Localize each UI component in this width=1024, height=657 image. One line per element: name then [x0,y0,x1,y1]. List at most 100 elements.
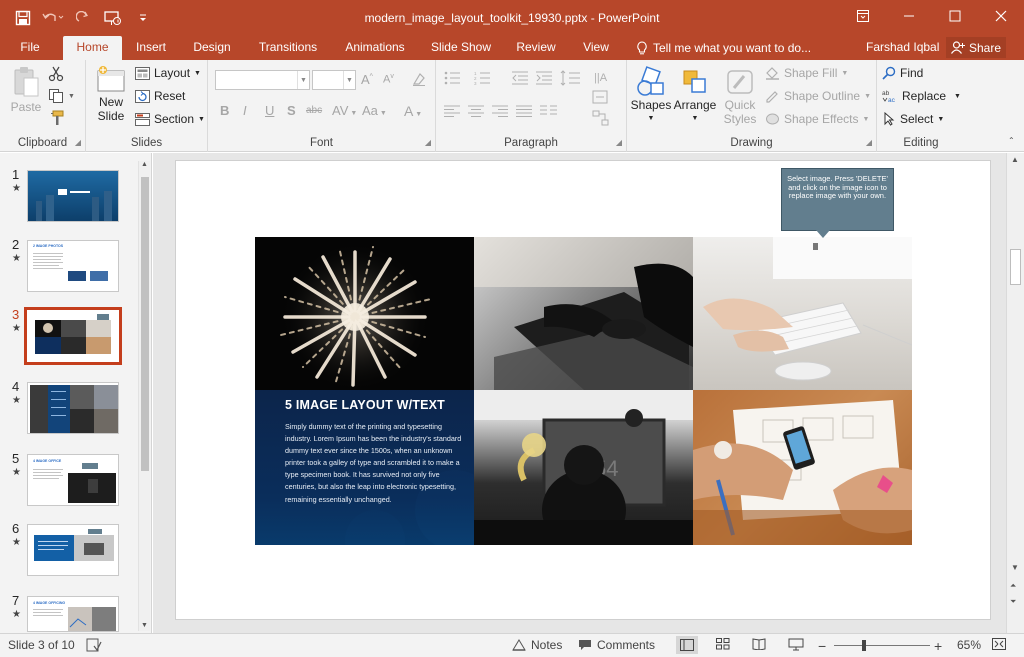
align-right-icon[interactable] [492,105,508,117]
slide-show-button[interactable] [788,638,804,651]
layout-button[interactable]: Layout ▼ [135,66,201,80]
fireworks-image[interactable] [255,237,474,390]
columns-icon[interactable] [540,104,558,118]
normal-view-button[interactable] [676,636,698,654]
new-slide-button[interactable]: New Slide [91,65,131,123]
tell-me-box[interactable]: Tell me what you want to do... [636,36,811,60]
customize-qat-icon[interactable] [128,7,158,29]
zoom-slider[interactable] [834,640,930,651]
underline-button[interactable]: U [265,103,274,118]
spelling-check-icon[interactable] [86,638,102,652]
find-button[interactable]: Find [882,66,923,80]
character-spacing-button[interactable]: AV ▼ [332,103,357,118]
font-color-button[interactable]: A ▼ [404,103,422,119]
phone-sketch-image[interactable] [693,390,912,545]
copy-button[interactable]: ▼ [48,88,75,104]
notes-button[interactable]: Notes [512,638,562,652]
decrease-font-size-icon[interactable]: Av [383,73,394,86]
zoom-out-button[interactable]: − [818,638,826,654]
previous-slide-icon[interactable]: ⏶ [1010,581,1016,591]
thumbnail-scrollbar[interactable]: ▲ ▼ [138,161,150,631]
close-icon[interactable] [978,0,1024,32]
fit-slide-button[interactable] [992,638,1006,650]
scroll-down-icon[interactable]: ▼ [141,622,148,629]
arrange-button[interactable]: Arrange ▼ [673,66,717,126]
zoom-slider-thumb[interactable] [862,640,866,651]
comments-button[interactable]: Comments [578,638,655,652]
decrease-indent-icon[interactable] [512,71,528,85]
slide-sorter-button[interactable] [716,638,730,650]
shapes-button[interactable]: Shapes ▼ [631,66,671,126]
smartart-icon[interactable] [592,110,610,126]
tab-insert[interactable]: Insert [128,36,174,60]
tab-view[interactable]: View [576,36,616,60]
tab-review[interactable]: Review [511,36,561,60]
font-size-box[interactable]: ▼ [312,70,356,90]
scroll-down-icon[interactable]: ▼ [1011,563,1019,572]
increase-indent-icon[interactable] [536,71,552,85]
desk-keyboard-image[interactable] [693,237,912,390]
drawing-launcher-icon[interactable]: ◢ [866,138,872,147]
zoom-level[interactable]: 65% [957,638,981,652]
instruction-callout[interactable]: Select image. Press 'DELETE' and click o… [781,168,894,238]
reset-button[interactable]: Reset [135,89,185,103]
replace-button[interactable]: ab ac Replace ▼ [882,89,961,103]
slide-thumbnail-3[interactable] [24,307,122,365]
share-button[interactable]: Share [946,37,1006,58]
bullets-icon[interactable] [444,71,464,85]
collapse-ribbon-icon[interactable]: ⌃ [1008,136,1015,145]
restore-icon[interactable] [932,0,978,32]
slide-thumbnail-2[interactable]: 2 IMAGE PHOTOS [27,240,119,292]
paragraph-launcher-icon[interactable]: ◢ [616,138,622,147]
cut-button[interactable] [48,66,64,82]
redo-icon[interactable] [68,7,98,29]
scroll-thumb[interactable] [141,177,149,471]
slide-body-text[interactable]: Simply dummy text of the printing and ty… [285,421,464,506]
scroll-up-icon[interactable]: ▲ [1011,155,1019,164]
align-center-icon[interactable] [468,105,484,117]
change-case-button[interactable]: Aa ▼ [362,103,387,118]
text-panel[interactable]: 5 IMAGE LAYOUT W/TEXT Simply dummy text … [255,390,474,545]
clear-formatting-icon[interactable] [411,71,427,90]
tab-file[interactable]: File [10,36,50,60]
slide-thumbnail-6[interactable] [27,524,119,576]
scroll-up-icon[interactable]: ▲ [141,161,148,168]
slide-title[interactable]: 5 IMAGE LAYOUT W/TEXT [285,398,464,412]
tab-design[interactable]: Design [186,36,238,60]
section-button[interactable]: Section ▼ [135,112,205,126]
monitor-lamp-image[interactable]: 54 [474,390,693,545]
font-launcher-icon[interactable]: ◢ [425,138,431,147]
shape-outline-button[interactable]: Shape Outline ▼ [765,89,871,103]
italic-button[interactable]: I [243,103,247,118]
undo-icon[interactable] [38,7,68,29]
reading-view-button[interactable] [752,638,766,650]
font-name-box[interactable]: ▼ [215,70,310,90]
slide-thumbnail-4[interactable] [27,382,119,434]
minimize-icon[interactable] [886,0,932,32]
text-direction-icon[interactable]: ||A [592,68,610,86]
slide-scrollbar[interactable]: ▲ ▼ ⏶ ⏷ [1006,153,1024,633]
slide-thumbnail-5[interactable]: 4 IMAGE OFFICE [27,454,119,506]
laptop-typing-image[interactable] [474,237,693,390]
strikethrough-button[interactable]: abc [306,105,322,116]
clipboard-launcher-icon[interactable]: ◢ [75,138,81,147]
slide-thumbnail-7[interactable]: 4 IMAGE OFFICING [27,596,119,632]
justify-icon[interactable] [516,105,532,117]
line-spacing-icon[interactable] [560,70,582,86]
quick-styles-button[interactable]: Quick Styles [719,66,761,126]
shadow-button[interactable]: S [287,103,296,118]
tab-home[interactable]: Home [63,36,122,60]
align-text-icon[interactable] [592,90,610,104]
present-from-start-icon[interactable] [98,7,128,29]
increase-font-size-icon[interactable]: A^ [361,72,373,87]
bold-button[interactable]: B [220,103,229,118]
next-slide-icon[interactable]: ⏷ [1010,597,1016,607]
shape-effects-button[interactable]: Shape Effects ▼ [765,112,869,126]
format-painter-button[interactable] [48,110,64,126]
tab-slide-show[interactable]: Slide Show [426,36,496,60]
tab-animations[interactable]: Animations [338,36,412,60]
scroll-thumb[interactable] [1010,249,1021,285]
user-name[interactable]: Farshad Iqbal [866,36,939,58]
tab-transitions[interactable]: Transitions [252,36,324,60]
paste-button[interactable]: Paste [8,66,44,114]
